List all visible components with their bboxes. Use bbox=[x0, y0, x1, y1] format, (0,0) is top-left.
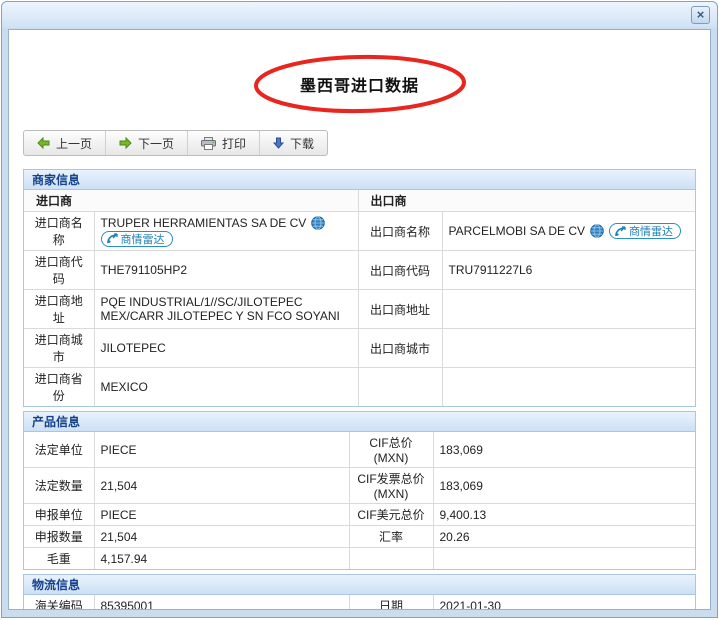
dialog-window: × 墨西哥进口数据 上一页 下一页 bbox=[1, 1, 718, 618]
exporter-code-value: TRU7911227L6 bbox=[442, 251, 695, 290]
empty-cell bbox=[358, 368, 442, 407]
title-area: 墨西哥进口数据 bbox=[23, 58, 696, 110]
download-label: 下载 bbox=[290, 135, 314, 152]
table-row: 海关编码 85395001 日期 2021-01-30 bbox=[24, 595, 695, 610]
business-radar-badge[interactable]: 商情雷达 bbox=[609, 223, 681, 239]
declared-unit-value: PIECE bbox=[94, 504, 349, 526]
exporter-code-label: 出口商代码 bbox=[358, 251, 442, 290]
table-row: 进口商地址 PQE INDUSTRIAL/1//SC/JILOTEPEC MEX… bbox=[24, 290, 695, 329]
importer-state-value: MEXICO bbox=[94, 368, 358, 407]
importer-code-value: THE791105HP2 bbox=[94, 251, 358, 290]
legal-qty-value: 21,504 bbox=[94, 468, 349, 504]
product-table: 法定单位 PIECE CIF总价(MXN) 183,069 法定数量 21,50… bbox=[24, 432, 695, 569]
download-button[interactable]: 下载 bbox=[260, 131, 327, 155]
declared-unit-label: 申报单位 bbox=[24, 504, 94, 526]
globe-icon[interactable] bbox=[590, 224, 604, 238]
product-section-title: 产品信息 bbox=[24, 412, 695, 432]
gross-weight-value: 4,157.94 bbox=[94, 548, 349, 570]
prev-page-label: 上一页 bbox=[56, 135, 92, 152]
declared-qty-label: 申报数量 bbox=[24, 526, 94, 548]
importer-city-value: JILOTEPEC bbox=[94, 329, 358, 368]
exporter-address-value bbox=[442, 290, 695, 329]
table-row: 进口商省份 MEXICO bbox=[24, 368, 695, 407]
table-row: 进口商代码 THE791105HP2 出口商代码 TRU7911227L6 bbox=[24, 251, 695, 290]
importer-address-label: 进口商地址 bbox=[24, 290, 94, 329]
next-page-label: 下一页 bbox=[138, 135, 174, 152]
exporter-name-cell: PARCELMOBI SA DE CV bbox=[442, 212, 695, 251]
hs-code-value: 85395001 bbox=[94, 595, 349, 610]
radar-badge-label: 商情雷达 bbox=[629, 223, 673, 239]
hs-code-label: 海关编码 bbox=[24, 595, 94, 610]
cif-invoice-value: 183,069 bbox=[433, 468, 695, 504]
section-merchant-info: 商家信息 进口商 出口商 进口商名称 TRUPER HERRAMIENTAS S… bbox=[23, 169, 696, 407]
business-radar-badge[interactable]: 商情雷达 bbox=[101, 231, 173, 247]
radar-icon bbox=[107, 233, 118, 244]
prev-page-button[interactable]: 上一页 bbox=[24, 131, 106, 155]
exporter-name-value: PARCELMOBI SA DE CV bbox=[449, 224, 585, 238]
cif-usd-value: 9,400.13 bbox=[433, 504, 695, 526]
radar-badge-label: 商情雷达 bbox=[121, 231, 165, 247]
dialog-content-panel: 墨西哥进口数据 上一页 下一页 打印 bbox=[8, 29, 711, 610]
importer-name-label: 进口商名称 bbox=[24, 212, 94, 251]
date-value: 2021-01-30 bbox=[433, 595, 695, 610]
radar-icon bbox=[615, 226, 626, 237]
empty-cell bbox=[442, 368, 695, 407]
dialog-titlebar: × bbox=[2, 2, 717, 28]
logistics-table: 海关编码 85395001 日期 2021-01-30 原产国 CHINA 运输… bbox=[24, 595, 695, 610]
cif-total-value: 183,069 bbox=[433, 432, 695, 468]
exporter-name-label: 出口商名称 bbox=[358, 212, 442, 251]
cif-invoice-label: CIF发票总价(MXN) bbox=[349, 468, 433, 504]
table-row: 进口商城市 JILOTEPEC 出口商城市 bbox=[24, 329, 695, 368]
page-title: 墨西哥进口数据 bbox=[300, 72, 419, 96]
printer-icon bbox=[201, 137, 216, 150]
next-page-button[interactable]: 下一页 bbox=[106, 131, 188, 155]
importer-column-header: 进口商 bbox=[24, 190, 358, 212]
merchant-table: 进口商 出口商 进口商名称 TRUPER HERRAMIENTAS SA DE … bbox=[24, 190, 695, 406]
table-row: 毛重 4,157.94 bbox=[24, 548, 695, 570]
legal-unit-label: 法定单位 bbox=[24, 432, 94, 468]
exchange-rate-value: 20.26 bbox=[433, 526, 695, 548]
table-row: 进口商名称 TRUPER HERRAMIENTAS SA DE CV bbox=[24, 212, 695, 251]
importer-city-label: 进口商城市 bbox=[24, 329, 94, 368]
exporter-address-label: 出口商地址 bbox=[358, 290, 442, 329]
globe-icon[interactable] bbox=[311, 216, 325, 230]
exchange-rate-label: 汇率 bbox=[349, 526, 433, 548]
legal-qty-label: 法定数量 bbox=[24, 468, 94, 504]
table-row: 法定数量 21,504 CIF发票总价(MXN) 183,069 bbox=[24, 468, 695, 504]
exporter-city-value bbox=[442, 329, 695, 368]
print-label: 打印 bbox=[222, 135, 246, 152]
section-product-info: 产品信息 法定单位 PIECE CIF总价(MXN) 183,069 法定数量 … bbox=[23, 411, 696, 570]
sections: 商家信息 进口商 出口商 进口商名称 TRUPER HERRAMIENTAS S… bbox=[23, 169, 696, 610]
arrow-left-icon bbox=[37, 137, 50, 149]
close-icon[interactable]: × bbox=[691, 6, 710, 24]
empty-cell bbox=[433, 548, 695, 570]
exporter-city-label: 出口商城市 bbox=[358, 329, 442, 368]
table-row: 法定单位 PIECE CIF总价(MXN) 183,069 bbox=[24, 432, 695, 468]
cif-usd-label: CIF美元总价 bbox=[349, 504, 433, 526]
table-row: 进口商 出口商 bbox=[24, 190, 695, 212]
declared-qty-value: 21,504 bbox=[94, 526, 349, 548]
importer-address-value: PQE INDUSTRIAL/1//SC/JILOTEPEC MEX/CARR … bbox=[94, 290, 358, 329]
print-button[interactable]: 打印 bbox=[188, 131, 260, 155]
importer-state-label: 进口商省份 bbox=[24, 368, 94, 407]
cif-total-label: CIF总价(MXN) bbox=[349, 432, 433, 468]
legal-unit-value: PIECE bbox=[94, 432, 349, 468]
logistics-section-title: 物流信息 bbox=[24, 575, 695, 595]
importer-name-cell: TRUPER HERRAMIENTAS SA DE CV bbox=[94, 212, 358, 251]
importer-code-label: 进口商代码 bbox=[24, 251, 94, 290]
gross-weight-label: 毛重 bbox=[24, 548, 94, 570]
table-row: 申报单位 PIECE CIF美元总价 9,400.13 bbox=[24, 504, 695, 526]
table-row: 申报数量 21,504 汇率 20.26 bbox=[24, 526, 695, 548]
section-logistics-info: 物流信息 海关编码 85395001 日期 2021-01-30 原产国 CHI… bbox=[23, 574, 696, 610]
exporter-column-header: 出口商 bbox=[358, 190, 695, 212]
empty-cell bbox=[349, 548, 433, 570]
merchant-section-title: 商家信息 bbox=[24, 170, 695, 190]
arrow-right-icon bbox=[119, 137, 132, 149]
date-label: 日期 bbox=[349, 595, 433, 610]
importer-name-value: TRUPER HERRAMIENTAS SA DE CV bbox=[101, 216, 307, 230]
toolbar: 上一页 下一页 打印 下载 bbox=[23, 130, 328, 156]
arrow-down-icon bbox=[273, 137, 284, 149]
